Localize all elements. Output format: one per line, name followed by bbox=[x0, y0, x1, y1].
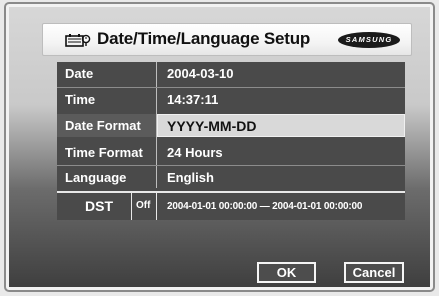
dst-label: DST bbox=[85, 198, 113, 214]
dst-divider bbox=[156, 193, 157, 220]
setting-label: Date Format bbox=[65, 118, 141, 133]
setting-label: Time bbox=[65, 92, 96, 107]
ok-button[interactable]: OK bbox=[257, 262, 316, 283]
setting-row-time-format[interactable]: Time Format 24 Hours bbox=[57, 141, 405, 163]
setting-row-date[interactable]: Date 2004-03-10 bbox=[57, 62, 405, 84]
page-title: Date/Time/Language Setup bbox=[97, 29, 311, 48]
dst-row[interactable]: DST Off 2004-01-01 00:00:00 — 2004-01-01… bbox=[57, 191, 405, 220]
samsung-logo: SAMSUNG bbox=[338, 32, 400, 48]
dst-divider bbox=[131, 193, 132, 220]
setting-row-time[interactable]: Time 14:37:11 bbox=[57, 88, 405, 110]
setting-value[interactable]: YYYY-MM-DD bbox=[167, 118, 256, 134]
setting-row-date-format[interactable]: Date Format YYYY-MM-DD bbox=[57, 114, 405, 136]
calendar-clock-icon bbox=[65, 34, 91, 47]
setting-label: Date bbox=[65, 66, 94, 81]
setting-row-language[interactable]: Language English bbox=[57, 166, 405, 188]
setting-value[interactable]: English bbox=[167, 170, 214, 185]
dst-range[interactable]: 2004-01-01 00:00:00 — 2004-01-01 00:00:0… bbox=[167, 201, 362, 212]
setting-label: Language bbox=[65, 170, 127, 185]
title-bar: Date/Time/Language Setup SAMSUNG bbox=[42, 23, 412, 56]
dst-toggle[interactable]: Off bbox=[136, 200, 150, 211]
settings-panel: Date 2004-03-10 Time 14:37:11 Date Forma… bbox=[57, 62, 405, 220]
setting-value[interactable]: 14:37:11 bbox=[167, 92, 218, 107]
cancel-button[interactable]: Cancel bbox=[344, 262, 404, 283]
setting-value[interactable]: 24 Hours bbox=[167, 145, 223, 160]
setting-value[interactable]: 2004-03-10 bbox=[167, 66, 234, 81]
setting-label: Time Format bbox=[65, 145, 143, 160]
